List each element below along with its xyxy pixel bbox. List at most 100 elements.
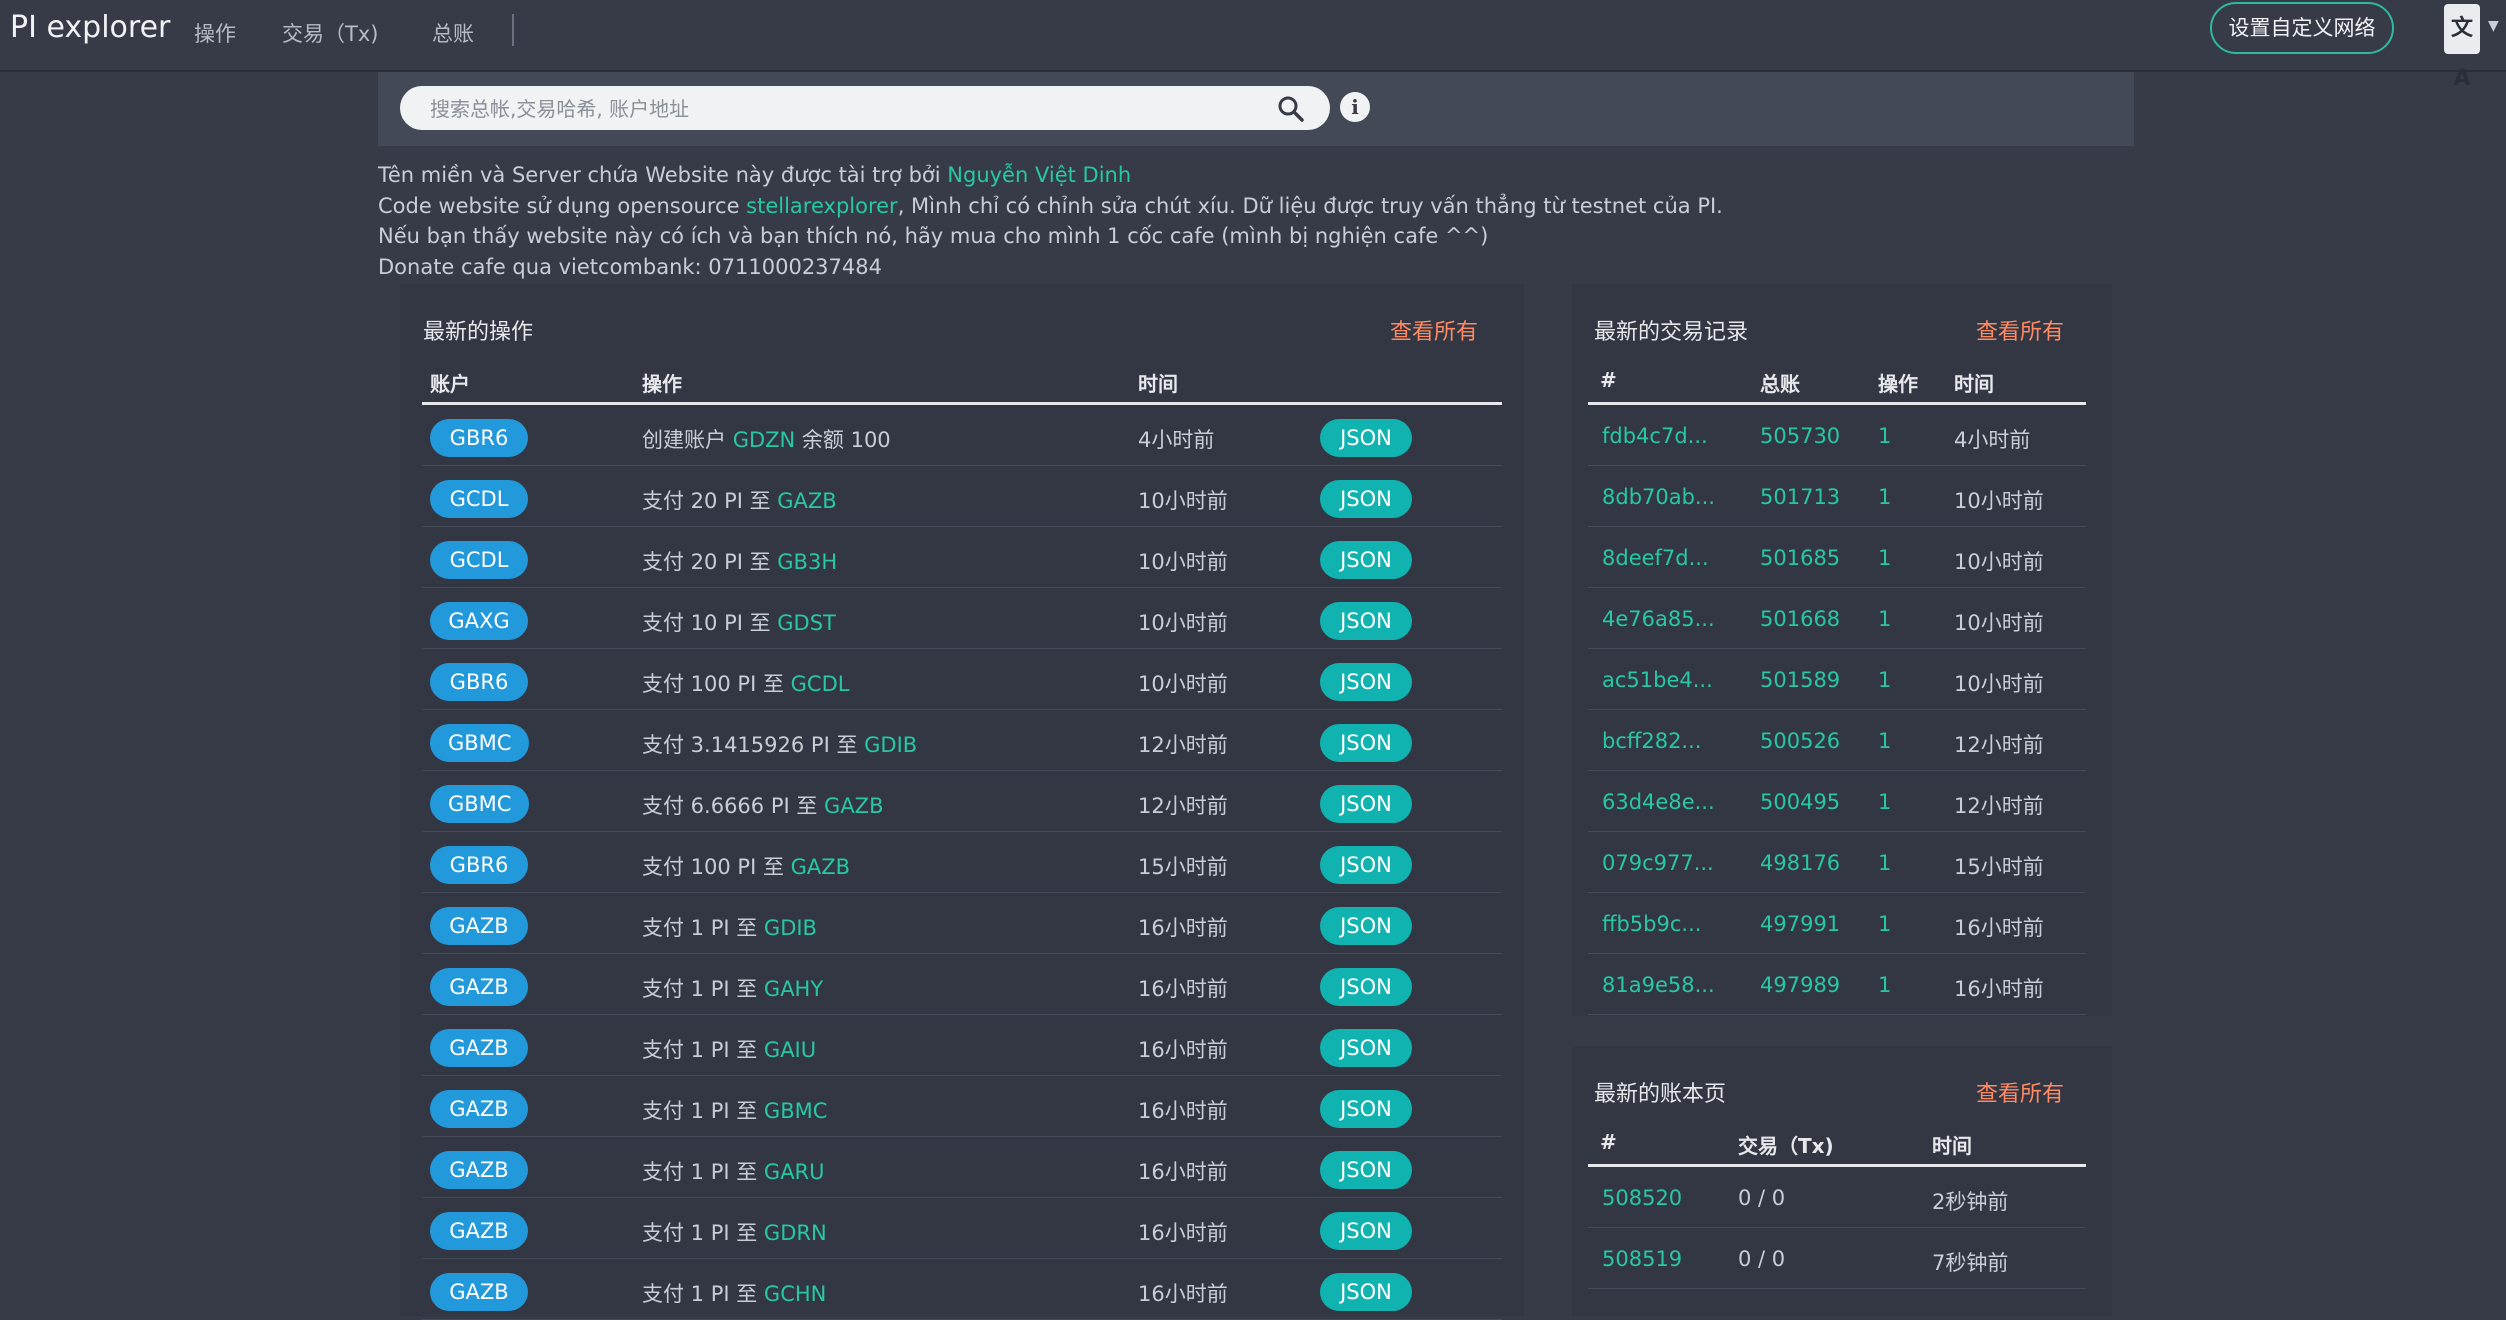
destination-account-link[interactable]: GDIB [864,733,917,757]
destination-account-link[interactable]: GB3H [777,550,837,574]
account-badge[interactable]: GBMC [430,724,530,762]
stellarexplorer-link[interactable]: stellarexplorer [746,194,898,218]
json-button[interactable]: JSON [1320,724,1412,762]
tx-ops-count[interactable]: 1 [1878,912,1891,936]
destination-account-link[interactable]: GDST [777,611,836,635]
tx-hash-link[interactable]: ac51be4... [1602,668,1713,692]
json-button[interactable]: JSON [1320,541,1412,579]
tx-ops-count[interactable]: 1 [1878,851,1891,875]
account-badge[interactable]: GAXG [430,602,528,640]
tx-ops-count[interactable]: 1 [1878,668,1891,692]
destination-account-link[interactable]: GBMC [764,1099,827,1123]
brand-logo[interactable]: PI explorer [10,10,170,45]
tx-hash-link[interactable]: 8db70ab... [1602,485,1715,509]
destination-account-link[interactable]: GCDL [791,672,850,696]
json-button[interactable]: JSON [1320,480,1412,518]
account-badge[interactable]: GCDL [430,480,528,518]
tx-hash-link[interactable]: bcff282... [1602,729,1701,753]
tx-ledger-link[interactable]: 501685 [1760,546,1840,570]
json-button[interactable]: JSON [1320,419,1412,457]
table-row: fdb4c7d... 505730 1 4小时前 [1588,404,2086,466]
account-badge[interactable]: GAZB [430,1029,528,1067]
account-badge[interactable]: GAZB [430,1273,528,1311]
tx-hash-link[interactable]: 8deef7d... [1602,546,1709,570]
operation-time: 15小时前 [1138,855,1228,879]
ops-header-time: 时间 [1138,372,1178,396]
tx-ops-count[interactable]: 1 [1878,607,1891,631]
json-button[interactable]: JSON [1320,1151,1412,1189]
destination-account-link[interactable]: GCHN [764,1282,826,1306]
account-badge[interactable]: GCDL [430,541,528,579]
destination-account-link[interactable]: GAIU [764,1038,816,1062]
tx-ledger-link[interactable]: 501589 [1760,668,1840,692]
destination-account-link[interactable]: GAZB [824,794,883,818]
destination-account-link[interactable]: GAZB [791,855,850,879]
nav-transactions[interactable]: 交易（Tx) [282,18,378,48]
account-badge[interactable]: GAZB [430,907,528,945]
ledgers-view-all-link[interactable]: 查看所有 [1976,1076,2064,1108]
custom-network-button[interactable]: 设置自定义网络 [2210,2,2394,54]
tx-ops-count[interactable]: 1 [1878,790,1891,814]
json-button[interactable]: JSON [1320,1212,1412,1250]
operations-view-all-link[interactable]: 查看所有 [1390,314,1478,346]
transactions-view-all-link[interactable]: 查看所有 [1976,314,2064,346]
json-button[interactable]: JSON [1320,907,1412,945]
tx-ops-count[interactable]: 1 [1878,485,1891,509]
tx-ledger-link[interactable]: 500526 [1760,729,1840,753]
tx-ops-count[interactable]: 1 [1878,973,1891,997]
tx-hash-link[interactable]: 81a9e58... [1602,973,1715,997]
tx-hash-link[interactable]: 4e76a85... [1602,607,1715,631]
account-badge[interactable]: GBR6 [430,419,528,457]
tx-ops-count[interactable]: 1 [1878,546,1891,570]
account-badge[interactable]: GBR6 [430,846,528,884]
tx-ledger-link[interactable]: 497989 [1760,973,1840,997]
account-badge[interactable]: GBMC [430,785,530,823]
tx-ledger-link[interactable]: 500495 [1760,790,1840,814]
tx-hash-link[interactable]: ffb5b9c... [1602,912,1701,936]
account-badge[interactable]: GAZB [430,1151,528,1189]
operation-time: 10小时前 [1138,489,1228,513]
table-row: ffb5b9c... 497991 1 16小时前 [1588,892,2086,954]
tx-ledger-link[interactable]: 501713 [1760,485,1840,509]
tx-ledger-link[interactable]: 497991 [1760,912,1840,936]
json-button[interactable]: JSON [1320,1273,1412,1311]
sponsor-link[interactable]: Nguyễn Việt Dinh [947,163,1131,187]
json-button[interactable]: JSON [1320,846,1412,884]
json-button[interactable]: JSON [1320,663,1412,701]
tx-ledger-link[interactable]: 498176 [1760,851,1840,875]
tx-ledger-link[interactable]: 505730 [1760,424,1840,448]
tx-ledger-link[interactable]: 501668 [1760,607,1840,631]
tx-ops-count[interactable]: 1 [1878,424,1891,448]
tx-hash-link[interactable]: 63d4e8e... [1602,790,1715,814]
account-badge[interactable]: GBR6 [430,663,528,701]
json-button[interactable]: JSON [1320,968,1412,1006]
tx-hash-link[interactable]: fdb4c7d... [1602,424,1708,448]
destination-account-link[interactable]: GAHY [764,977,823,1001]
destination-account-link[interactable]: GDZN [733,428,796,452]
ledger-number-link[interactable]: 508519 [1602,1247,1682,1271]
destination-account-link[interactable]: GDIB [764,916,817,940]
json-button[interactable]: JSON [1320,1090,1412,1128]
search-input[interactable] [428,94,1252,124]
json-button[interactable]: JSON [1320,785,1412,823]
ledger-number-link[interactable]: 508520 [1602,1186,1682,1210]
json-button[interactable]: JSON [1320,1029,1412,1067]
account-badge[interactable]: GAZB [430,1212,528,1250]
search-icon[interactable] [1276,94,1306,124]
tx-ops-count[interactable]: 1 [1878,729,1891,753]
tx-hash-link[interactable]: 079c977... [1602,851,1714,875]
chevron-down-icon[interactable]: ▼ [2488,18,2499,34]
language-icon[interactable]: 文A [2444,4,2480,91]
nav-operations[interactable]: 操作 [194,18,236,48]
account-badge[interactable]: GAZB [430,968,528,1006]
nav-ledgers[interactable]: 总账 [432,18,474,48]
destination-account-link[interactable]: GARU [764,1160,825,1184]
json-button[interactable]: JSON [1320,602,1412,640]
destination-account-link[interactable]: GDRN [764,1221,827,1245]
info-icon[interactable]: i [1340,92,1370,122]
destination-account-link[interactable]: GAZB [777,489,836,513]
operations-title: 最新的操作 [423,320,534,345]
tx-time: 12小时前 [1954,733,2044,757]
account-badge[interactable]: GAZB [430,1090,528,1128]
operation-time: 16小时前 [1138,1160,1228,1184]
